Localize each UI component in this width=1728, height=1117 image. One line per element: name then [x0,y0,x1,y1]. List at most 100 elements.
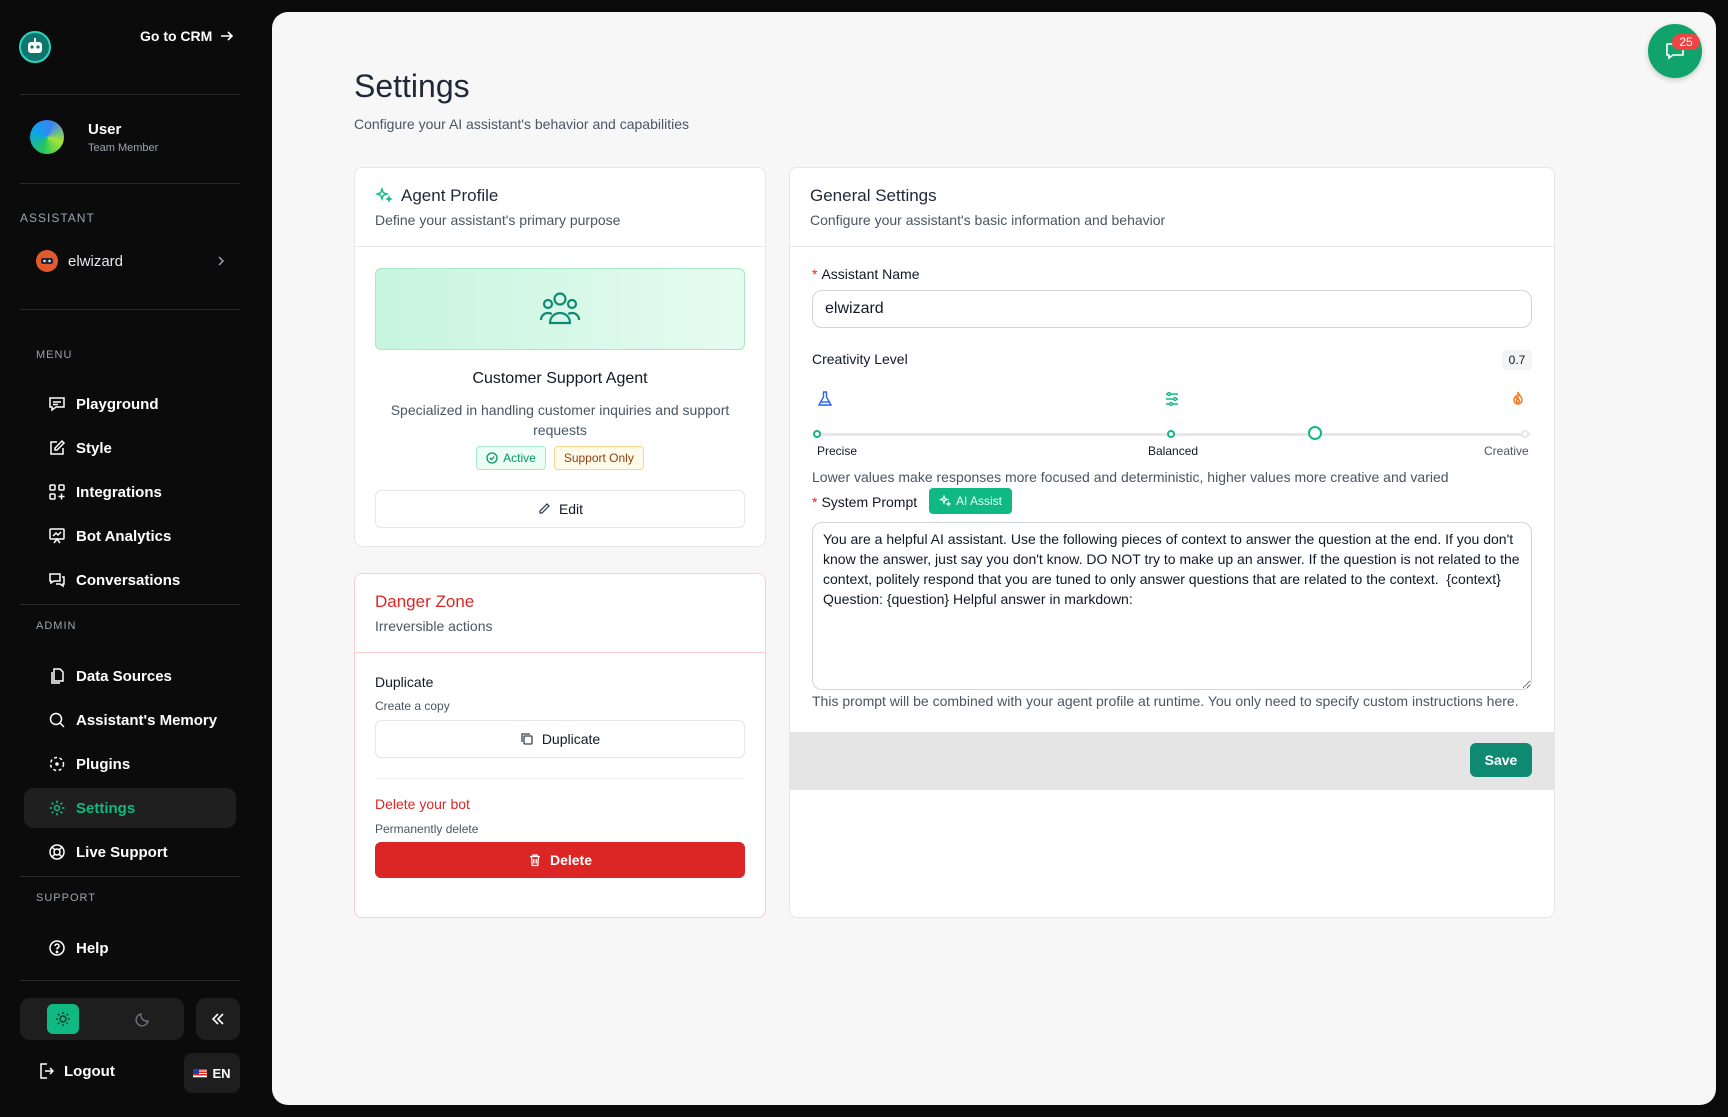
pencil-icon [539,503,550,514]
card-title: General Settings [810,186,937,205]
page-title: Settings [354,68,470,104]
creativity-help-text: Lower values make responses more focused… [812,469,1449,485]
agent-profile-card: Agent Profile Define your assistant's pr… [354,167,766,547]
avatar [30,120,64,154]
save-bar: Save [790,732,1554,790]
nav-item-label: Live Support [76,843,168,861]
sun-icon [56,1012,70,1026]
search-icon [49,712,65,728]
nav-item-label: Integrations [76,483,162,501]
delete-button[interactable]: Delete [375,842,745,878]
assistant-selector[interactable]: elwizard [36,250,226,272]
language-selector[interactable]: EN [184,1053,240,1093]
creativity-slider-thumb[interactable] [1308,426,1322,440]
system-prompt-textarea[interactable]: You are a helpful AI assistant. Use the … [812,522,1532,690]
check-circle-icon [486,452,498,464]
logout-button[interactable]: Logout [38,1062,115,1080]
go-to-crm-label: Go to CRM [140,28,213,44]
duplicate-button[interactable]: Duplicate [375,720,745,758]
question-circle-icon [49,940,65,956]
card-subtitle: Configure your assistant's basic informa… [810,212,1166,228]
collapse-sidebar-button[interactable] [196,998,240,1040]
status-badge-active: Active [476,446,546,470]
nav-item-assistants-memory[interactable]: Assistant's Memory [24,700,236,740]
assistant-name-label: * Assistant Name [812,266,920,282]
card-header: General Settings Configure your assistan… [790,168,1554,247]
duplicate-label: Duplicate [375,674,434,690]
creativity-value-badge: 0.7 [1502,350,1532,370]
save-button[interactable]: Save [1470,743,1532,777]
slider-mark-creative [1521,430,1529,438]
copy-icon [521,733,533,745]
card-subtitle: Irreversible actions [375,618,493,634]
arrow-right-icon [221,31,234,41]
section-label-admin: ADMIN [36,620,77,632]
dashed-circle-icon [49,756,65,772]
ai-assist-button[interactable]: AI Assist [929,488,1013,514]
ai-assist-label: AI Assist [956,494,1003,508]
section-label-assistant: ASSISTANT [20,211,95,225]
main-panel: Settings Configure your AI assistant's b… [272,12,1716,1105]
slider-mark-balanced [1167,430,1175,438]
pencil-square-icon [50,439,66,455]
divider [20,876,240,877]
us-flag-icon [193,1068,208,1078]
assistant-name-input[interactable] [812,290,1532,328]
nav-item-plugins[interactable]: Plugins [24,744,236,784]
sliders-icon [1166,391,1178,407]
duplicate-button-label: Duplicate [541,731,601,747]
agent-type-banner [375,268,745,350]
go-to-crm-link[interactable]: Go to CRM [140,28,234,44]
bot-avatar-icon [36,250,58,272]
app-logo[interactable] [18,30,54,66]
light-mode-button[interactable] [47,1004,79,1034]
chat-bubble-icon [49,397,65,412]
divider [20,309,240,310]
nav-item-live-support[interactable]: Live Support [24,832,236,872]
system-prompt-help-text: This prompt will be combined with your a… [812,693,1519,709]
notifications-button[interactable]: 25 [1648,24,1702,78]
section-label-menu: MENU [36,349,73,361]
user-role: Team Member [88,141,159,154]
divider [20,980,240,981]
edit-button[interactable]: Edit [375,490,745,528]
delete-button-label: Delete [549,852,593,868]
sidebar: Go to CRM User Team Member ASSISTANT elw… [0,0,272,1117]
moon-icon [135,1013,149,1027]
nav-item-data-sources[interactable]: Data Sources [24,656,236,696]
delete-description: Permanently delete [375,822,479,836]
flame-icon [1513,391,1523,405]
nav-item-style[interactable]: Style [24,428,236,468]
divider [20,183,240,184]
chevrons-left-icon [211,1013,224,1025]
nav-item-label: Help [76,939,109,957]
notification-count-badge: 25 [1672,34,1700,50]
nav-item-playground[interactable]: Playground [24,384,236,424]
agent-badges: Active Support Only [355,446,765,470]
section-label-support: SUPPORT [36,892,96,904]
tick-label-balanced: Balanced [1148,444,1199,458]
card-title: Agent Profile [401,186,499,205]
divider [375,778,745,779]
chat-bubbles-icon [49,573,65,588]
sparkles-icon [939,495,951,507]
system-prompt-label: * System Prompt [812,494,918,510]
sparkles-icon [375,187,393,203]
nav-item-label: Plugins [76,755,131,773]
nav-item-conversations[interactable]: Conversations [24,560,236,600]
files-icon [51,668,64,684]
nav-item-label: Data Sources [76,667,172,685]
badge-label: Active [503,451,536,465]
nav-item-settings[interactable]: Settings [24,788,236,828]
nav-item-help[interactable]: Help [24,928,236,968]
slider-mark-precise [813,430,821,438]
nav-item-label: Conversations [76,571,181,589]
dark-mode-button[interactable] [127,1004,159,1034]
nav-item-integrations[interactable]: Integrations [24,472,236,512]
page-subtitle: Configure your AI assistant's behavior a… [354,116,689,132]
nav-item-bot-analytics[interactable]: Bot Analytics [24,516,236,556]
flask-icon [817,391,833,406]
grid-plus-icon [49,484,65,500]
nav-item-label: Settings [76,799,136,817]
user-profile[interactable]: User Team Member [30,120,158,154]
